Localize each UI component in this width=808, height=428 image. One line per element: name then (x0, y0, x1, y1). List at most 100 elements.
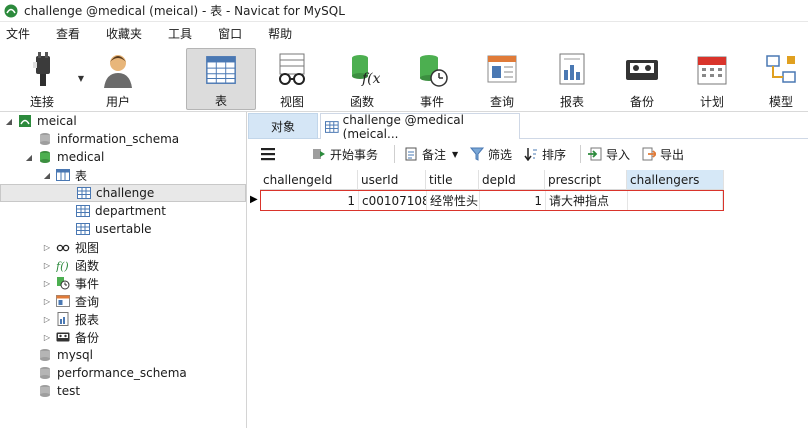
model-button[interactable]: 模型 (754, 48, 808, 110)
table-icon (206, 56, 236, 84)
begin-transaction-button[interactable]: 开始事务 (312, 145, 378, 163)
expand-right-icon[interactable]: ▷ (42, 297, 52, 306)
title-bar: challenge @medical (meical) - 表 - Navica… (0, 0, 808, 22)
expand-right-icon[interactable]: ▷ (42, 315, 52, 324)
query-button[interactable]: 查询 (474, 48, 530, 110)
expand-right-icon[interactable]: ▷ (42, 333, 52, 342)
chevron-down-icon[interactable]: ▼ (78, 74, 84, 83)
expand-right-icon[interactable]: ▷ (42, 261, 52, 270)
tree-events[interactable]: ▷ 事件 (42, 274, 99, 292)
export-button[interactable]: 导出 (642, 145, 684, 163)
grid-header: challengeId userId title depId prescript… (260, 170, 724, 190)
schedule-button[interactable]: 计划 (684, 48, 740, 110)
toolbar-divider (394, 145, 395, 163)
report-icon (559, 53, 585, 85)
view-button[interactable]: 视图 (264, 48, 320, 110)
object-tree[interactable]: ◢ meical information_schema ◢ medical ◢ … (0, 112, 247, 428)
table-icon (76, 223, 90, 235)
tree-label: challenge (96, 186, 155, 200)
navicat-logo-icon (4, 4, 18, 17)
tree-db-test[interactable]: test (24, 382, 80, 400)
menu-tools[interactable]: 工具 (166, 25, 202, 42)
filter-label: 筛选 (488, 147, 513, 162)
calendar-icon (697, 56, 727, 85)
menu-help[interactable]: 帮助 (266, 25, 302, 42)
menu-file[interactable]: 文件 (4, 25, 40, 42)
tree-db-information-schema[interactable]: information_schema (24, 130, 179, 148)
table-row[interactable]: 1 c00107108 经常性头 1 请大神指点 (260, 190, 724, 211)
tree-table-challenge[interactable]: challenge (0, 184, 246, 202)
expand-down-icon[interactable]: ◢ (24, 153, 34, 162)
database-icon (40, 151, 50, 163)
menu-window[interactable]: 窗口 (216, 25, 252, 42)
tab-challenge-table[interactable]: challenge @medical (meical... (320, 113, 520, 141)
sort-label: 排序 (542, 147, 567, 162)
tree-views[interactable]: ▷ 视图 (42, 238, 99, 256)
tree-db-mysql[interactable]: mysql (24, 346, 93, 364)
cell-userid[interactable]: c00107108 (359, 191, 427, 210)
cell-challengeid[interactable]: 1 (261, 191, 359, 210)
menu-view[interactable]: 查看 (54, 25, 90, 42)
query-label: 查询 (489, 95, 514, 109)
transaction-icon (313, 149, 325, 159)
hamburger-icon (261, 148, 275, 161)
memo-label: 备注 (422, 147, 447, 162)
tree-functions[interactable]: ▷ f() 函数 (42, 256, 99, 274)
column-header-depid[interactable]: depId (479, 170, 545, 190)
data-grid[interactable]: challengeId userId title depId prescript… (248, 169, 808, 428)
function-button[interactable]: f(x) 函数 (334, 48, 390, 110)
menu-favorites[interactable]: 收藏夹 (104, 25, 152, 42)
import-button[interactable]: 导入 (588, 145, 630, 163)
import-icon (588, 147, 602, 161)
column-header-challengers[interactable]: challengers (627, 170, 724, 190)
tree-label: 事件 (75, 276, 100, 291)
cell-title[interactable]: 经常性头 (427, 191, 480, 210)
import-label: 导入 (606, 147, 631, 162)
column-header-title[interactable]: title (426, 170, 479, 190)
tree-label: test (57, 384, 81, 398)
sort-button[interactable]: 排序 (524, 145, 566, 163)
tree-label: 函数 (75, 258, 100, 273)
table-button[interactable]: 表 (186, 48, 256, 110)
tree-db-medical[interactable]: ◢ medical (24, 148, 104, 166)
column-header-prescript[interactable]: prescript (545, 170, 627, 190)
cell-prescript[interactable]: 请大神指点 (546, 191, 628, 210)
backup-tape-icon (56, 332, 70, 342)
tree-tables-group[interactable]: ◢ 表 (42, 166, 87, 184)
tree-connection-meical[interactable]: ◢ meical (4, 112, 77, 130)
tree-backups[interactable]: ▷ 备份 (42, 328, 99, 346)
backup-button[interactable]: 备份 (614, 48, 670, 110)
filter-button[interactable]: 筛选 (470, 145, 512, 163)
tab-strip: 对象 challenge @medical (meical... (248, 112, 808, 141)
connect-label: 连接 (29, 95, 54, 109)
expand-down-icon[interactable]: ◢ (4, 117, 14, 126)
database-icon (40, 133, 50, 145)
begin-transaction-label: 开始事务 (330, 147, 379, 162)
tree-reports[interactable]: ▷ 报表 (42, 310, 99, 328)
expand-right-icon[interactable]: ▷ (42, 243, 52, 252)
filter-funnel-icon (470, 147, 484, 161)
report-button[interactable]: 报表 (544, 48, 600, 110)
chevron-down-icon[interactable]: ▼ (452, 150, 458, 159)
menu-bar: 文件 查看 收藏夹 工具 窗口 帮助 (0, 22, 808, 44)
user-button[interactable]: 用户 (90, 48, 146, 110)
function-label: 函数 (349, 95, 374, 109)
cell-challengers[interactable] (628, 191, 723, 210)
tree-queries[interactable]: ▷ 查询 (42, 292, 99, 310)
column-header-userid[interactable]: userId (358, 170, 426, 190)
expand-down-icon[interactable]: ◢ (42, 171, 52, 180)
cell-depid[interactable]: 1 (480, 191, 546, 210)
event-button[interactable]: 事件 (404, 48, 460, 110)
tree-db-performance-schema[interactable]: performance_schema (24, 364, 187, 382)
tab-label: 对象 (270, 119, 295, 134)
memo-button[interactable]: 备注 ▼ (404, 145, 458, 163)
model-icon (766, 55, 796, 83)
table-icon (77, 187, 91, 199)
tab-objects[interactable]: 对象 (248, 113, 318, 139)
connect-button[interactable]: 连接 ▼ (14, 48, 84, 110)
tree-table-usertable[interactable]: usertable (72, 220, 152, 238)
menu-hamburger-button[interactable] (260, 145, 276, 163)
column-header-challengeid[interactable]: challengeId (260, 170, 358, 190)
tree-table-department[interactable]: department (72, 202, 166, 220)
expand-right-icon[interactable]: ▷ (42, 279, 52, 288)
